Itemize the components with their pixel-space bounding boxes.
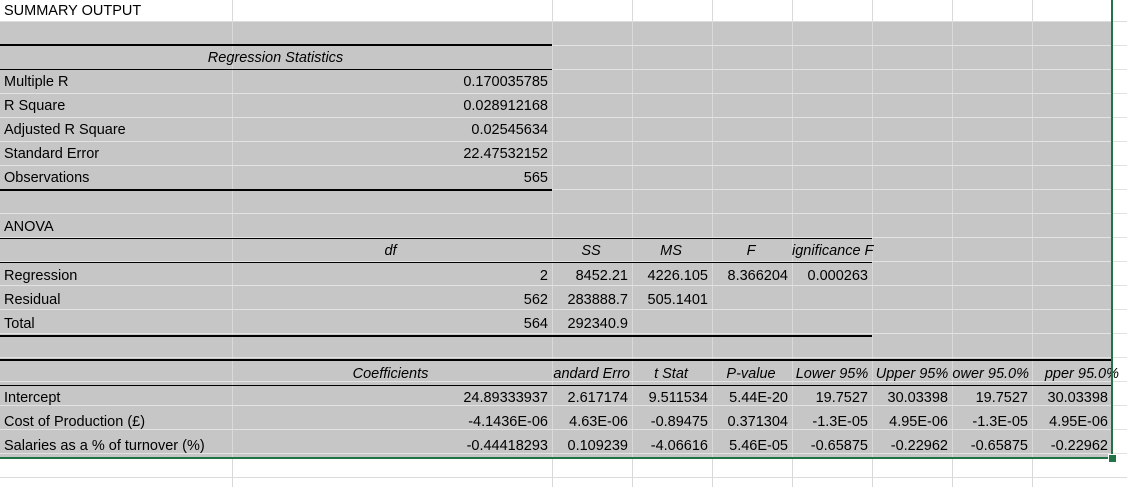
anova-significance: 0.000263	[807, 268, 868, 284]
coef-lower950: -1.3E-05	[972, 414, 1028, 430]
anova-ms: 4226.105	[647, 268, 708, 284]
selection-border-right	[1111, 0, 1113, 459]
coef-row-label: Cost of Production (£)	[4, 414, 146, 430]
stat-value: 0.02545634	[471, 122, 548, 138]
coef-pvalue: 0.371304	[727, 414, 788, 430]
anova-header-ss: SS	[581, 243, 601, 259]
grid-row-line	[0, 357, 1127, 358]
stat-label: Standard Error	[4, 146, 100, 162]
coef-header-upper-950: pper 95.0%	[1044, 366, 1119, 382]
coef-pvalue: 5.44E-20	[729, 390, 788, 406]
coef-lower95: -0.65875	[810, 438, 868, 454]
summary-title: SUMMARY OUTPUT	[4, 3, 142, 19]
anova-header-f: F	[746, 243, 756, 259]
coef-pvalue: 5.46E-05	[729, 438, 788, 454]
coef-tstat: -0.89475	[650, 414, 708, 430]
coef-stderr: 0.109239	[567, 438, 628, 454]
anova-ss: 8452.21	[575, 268, 628, 284]
coef-tstat: -4.06616	[650, 438, 708, 454]
fill-handle[interactable]	[1108, 454, 1117, 463]
anova-ss: 283888.7	[567, 292, 628, 308]
anova-ss: 292340.9	[567, 316, 628, 332]
coef-header-coefficients: Coefficients	[352, 366, 429, 382]
coef-header-lower-95: Lower 95%	[795, 366, 869, 382]
anova-row-label: Total	[4, 316, 35, 332]
selection-border-bottom	[0, 457, 1113, 459]
coef-tstat: 9.511534	[648, 390, 708, 406]
coef-header-p-value: P-value	[726, 366, 776, 382]
stat-label: Adjusted R Square	[4, 122, 126, 138]
stat-value: 0.170035785	[463, 74, 548, 90]
stat-value: 0.028912168	[463, 98, 548, 114]
coef-header-upper-95: Upper 95%	[875, 366, 949, 382]
anova-header-df: df	[384, 243, 397, 259]
stat-label: Observations	[4, 170, 90, 186]
anova-row-label: Regression	[4, 268, 78, 284]
anova-df: 2	[539, 268, 548, 284]
stat-label: R Square	[4, 98, 66, 114]
coef-stderr: 2.617174	[567, 390, 628, 406]
anova-header-ms: MS	[660, 243, 682, 259]
anova-f: 8.366204	[727, 268, 788, 284]
coef-lower950: 19.7527	[975, 390, 1028, 406]
spreadsheet-grid[interactable]: SUMMARY OUTPUT Regression Statistics Mul…	[0, 0, 1127, 487]
coef-value: -0.44418293	[466, 438, 548, 454]
grid-row-line	[0, 213, 1127, 214]
coef-header-standard-error: andard Erro	[553, 366, 630, 382]
coef-row-label: Intercept	[4, 390, 61, 406]
coef-stderr: 4.63E-06	[569, 414, 628, 430]
coef-value: -4.1436E-06	[468, 414, 548, 430]
anova-header-significance-f: ignificance F	[792, 243, 874, 259]
coef-upper950: 30.03398	[1047, 390, 1108, 406]
anova-df: 562	[523, 292, 548, 308]
coef-header-t-stat: t Stat	[654, 366, 688, 382]
coef-upper950: 4.95E-06	[1049, 414, 1108, 430]
stat-value: 22.47532152	[463, 146, 548, 162]
stat-value: 565	[523, 170, 548, 186]
grid-row-line	[0, 477, 1127, 478]
anova-df: 564	[523, 316, 548, 332]
coef-upper95: 4.95E-06	[889, 414, 948, 430]
coef-upper95: 30.03398	[887, 390, 948, 406]
coef-upper95: -0.22962	[890, 438, 948, 454]
anova-ms: 505.1401	[647, 292, 708, 308]
anova-row-label: Residual	[4, 292, 61, 308]
coef-lower95: 19.7527	[815, 390, 868, 406]
coef-upper950: -0.22962	[1050, 438, 1108, 454]
anova-title: ANOVA	[4, 219, 54, 235]
coef-lower95: -1.3E-05	[812, 414, 868, 430]
coef-lower950: -0.65875	[970, 438, 1028, 454]
coef-header-lower-950: ower 95.0%	[952, 366, 1029, 382]
coef-top-border	[0, 359, 1112, 361]
coef-value: 24.89333937	[463, 390, 548, 406]
regression-statistics-header: Regression Statistics	[207, 50, 344, 66]
stat-label: Multiple R	[4, 74, 69, 90]
coef-row-label: Salaries as a % of turnover (%)	[4, 438, 205, 454]
